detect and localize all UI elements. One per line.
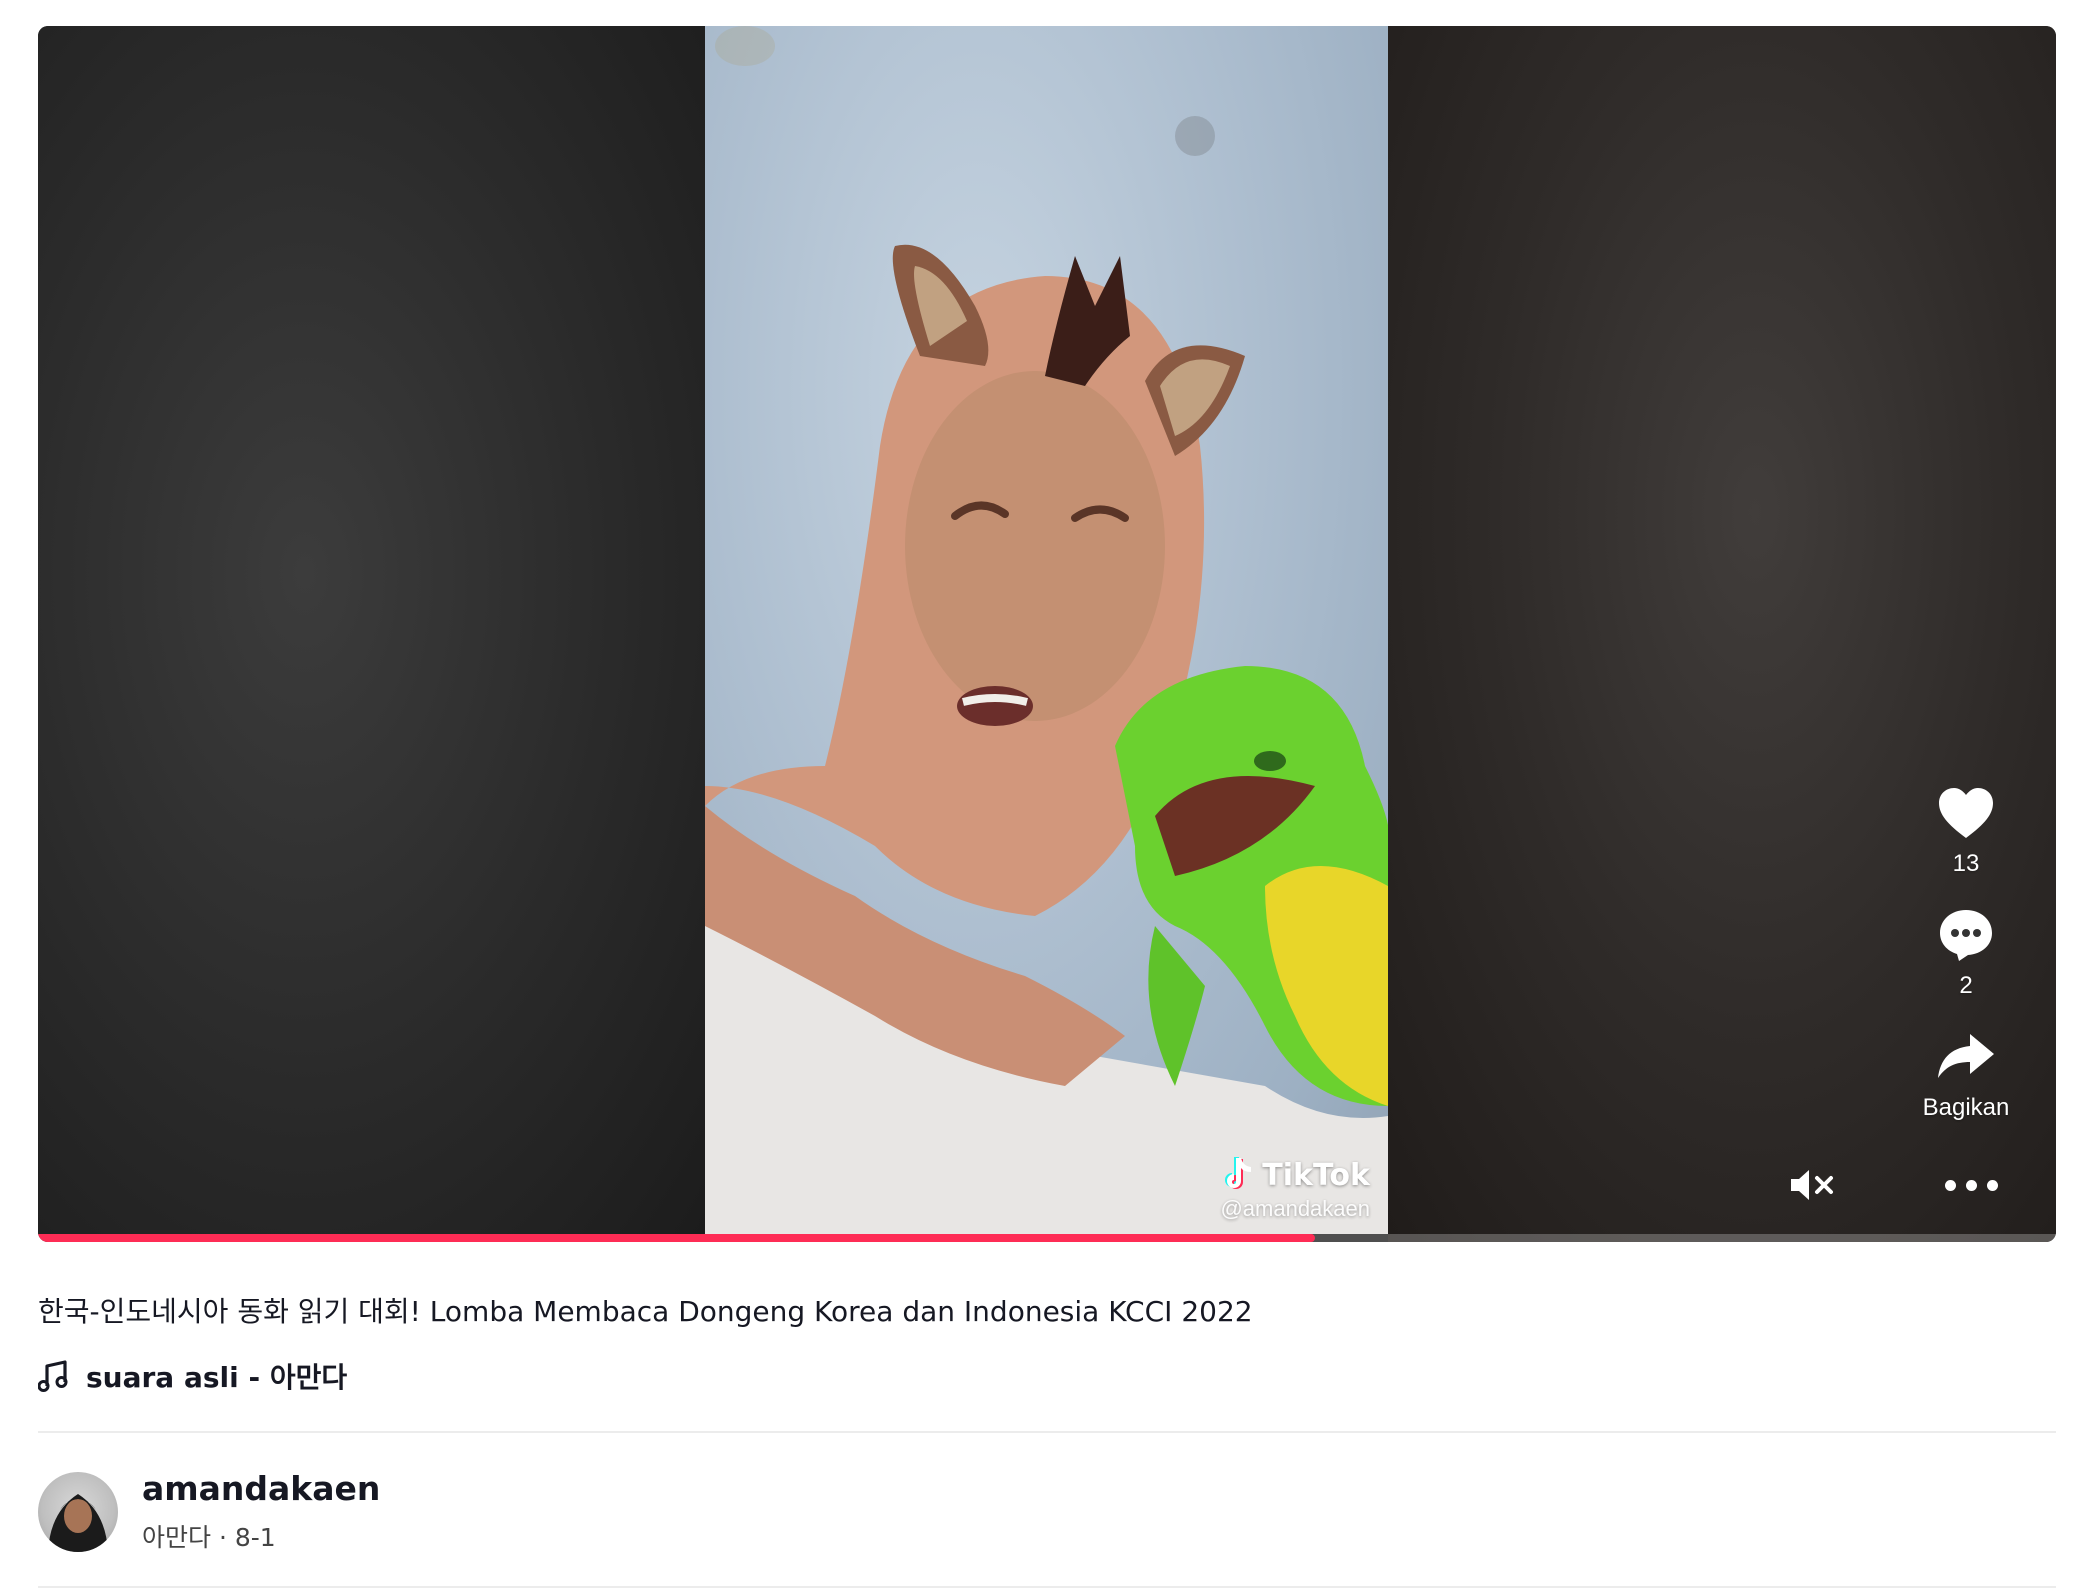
author-nickname: 아만다 <box>142 1523 212 1552</box>
more-dots-icon <box>1965 1179 1977 1191</box>
mute-button[interactable] <box>1786 1160 1840 1210</box>
comment-count: 2 <box>1959 972 1973 999</box>
share-button[interactable]: Bagikan <box>1922 1026 2010 1122</box>
progress-fill <box>38 1234 1316 1242</box>
share-arrow-icon <box>1935 1026 1997 1088</box>
speaker-muted-icon <box>1791 1170 1833 1200</box>
sound-link[interactable]: suara asli - 아만다 <box>38 1356 347 1396</box>
blurred-background-left <box>38 26 705 1242</box>
video-frame[interactable]: TikTok @amandakaen <box>705 26 1388 1234</box>
action-rail: 13 2 Bagikan <box>1916 782 2016 1122</box>
more-dots-icon <box>1944 1179 1956 1191</box>
tiktok-logo-icon <box>1225 1157 1252 1189</box>
sound-title: suara asli - 아만다 <box>86 1361 348 1394</box>
heart-icon <box>1935 782 1997 844</box>
meta-separator: · <box>218 1523 227 1552</box>
author-info: amandakaen 아만다 · 8-1 <box>38 1469 380 1554</box>
author-username[interactable]: amandakaen <box>142 1469 380 1508</box>
tiktok-watermark: TikTok @amandakaen <box>1220 1156 1370 1222</box>
player-controls <box>1786 1160 2016 1210</box>
video-player[interactable]: TikTok @amandakaen 13 2 Bagikan <box>38 26 2056 1242</box>
author-meta: 아만다 · 8-1 <box>142 1518 380 1554</box>
watermark-handle: @amandakaen <box>1220 1196 1370 1221</box>
watermark-brand: TikTok <box>1262 1157 1370 1193</box>
more-options-button[interactable] <box>1926 1160 2016 1210</box>
comment-button[interactable]: 2 <box>1935 904 1997 1000</box>
progress-bar[interactable] <box>38 1234 2056 1242</box>
divider <box>38 1431 2056 1433</box>
share-label: Bagikan <box>1922 1094 2010 1121</box>
more-dots-icon <box>1986 1179 1998 1191</box>
music-note-icon <box>38 1360 68 1392</box>
video-caption: 한국-인도네시아 동화 읽기 대회! Lomba Membaca Dongeng… <box>38 1295 1253 1328</box>
like-button[interactable]: 13 <box>1935 782 1997 878</box>
post-date: 8-1 <box>234 1523 276 1552</box>
video-scene <box>705 244 1388 1234</box>
like-count: 13 <box>1952 850 1980 877</box>
avatar[interactable] <box>38 1471 118 1552</box>
comment-icon <box>1935 904 1997 966</box>
